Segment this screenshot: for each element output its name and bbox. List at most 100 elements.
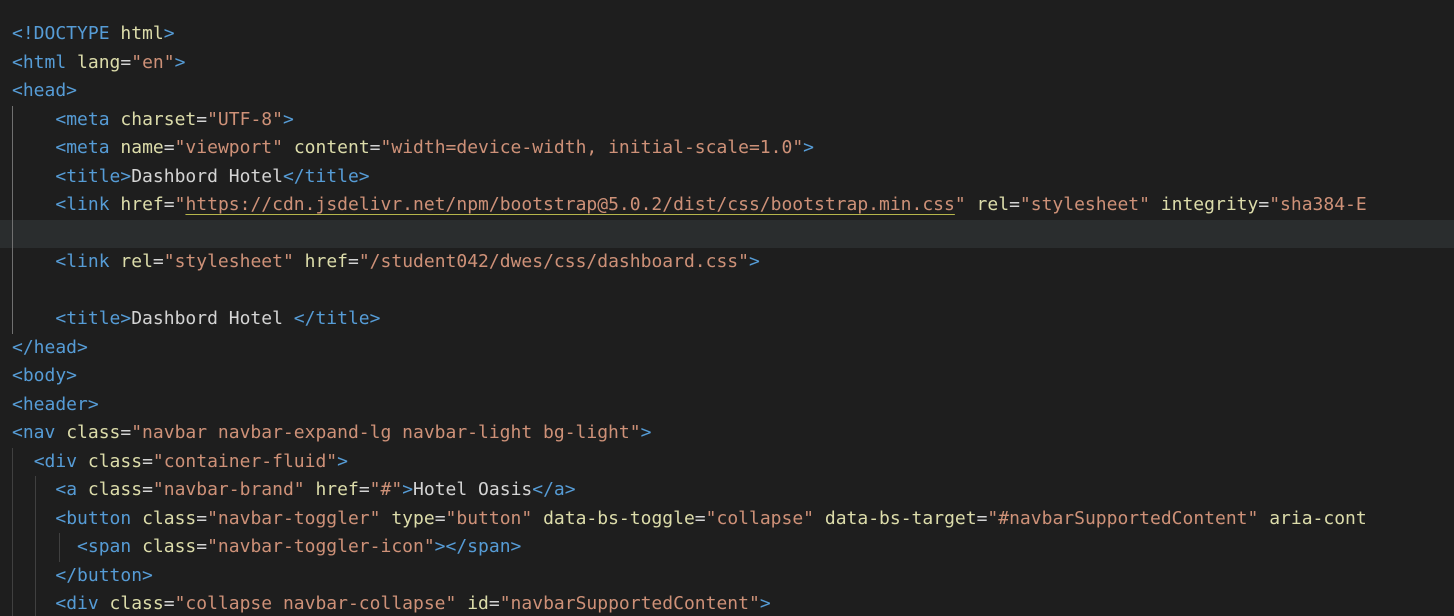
code-token: "stylesheet"	[163, 251, 294, 272]
code-token: "en"	[131, 51, 175, 73]
code-token: </button>	[55, 564, 153, 586]
code-line[interactable]: <span class="navbar-toggler-icon"></span…	[0, 533, 1454, 562]
code-line[interactable]: <button class="navbar-toggler" type="but…	[0, 504, 1454, 533]
code-token: data-bs-toggle	[543, 507, 695, 529]
code-token: </a>	[532, 479, 576, 500]
code-line[interactable]: <title>Dashbord Hotel</title>	[0, 162, 1454, 191]
code-token: aria-cont	[1269, 507, 1367, 529]
code-line[interactable]: <head>	[0, 77, 1454, 106]
code-token: "viewport"	[174, 137, 283, 158]
indent-guide	[12, 533, 13, 562]
code-token: <button	[55, 507, 143, 529]
url-link[interactable]: https://cdn.jsdelivr.net/npm/bootstrap@5…	[185, 194, 954, 215]
indent-guide	[35, 590, 36, 616]
code-token: href	[315, 479, 359, 500]
code-token: =	[120, 422, 132, 443]
code-line[interactable]: <meta name="viewport" content="width=dev…	[0, 134, 1454, 163]
indent-guide	[12, 504, 13, 533]
code-line[interactable]: <!DOCTYPE html>	[0, 20, 1454, 49]
code-line[interactable]: <html lang="en">	[0, 49, 1454, 78]
code-token: <body>	[12, 365, 78, 386]
indent-guide	[12, 248, 13, 277]
indent-guide	[35, 504, 36, 533]
code-token: id	[467, 593, 489, 614]
code-token: rel	[120, 251, 153, 272]
code-token: <link	[55, 251, 121, 272]
code-token: href	[120, 194, 164, 215]
code-token: class	[87, 450, 143, 472]
indent-guide	[35, 533, 36, 562]
code-token: =	[976, 507, 988, 529]
code-token: "navbarSupportedContent"	[499, 593, 760, 614]
code-token: class	[87, 479, 143, 500]
code-token: =	[434, 507, 446, 529]
code-line[interactable]: </head>	[0, 334, 1454, 363]
indent-guide	[12, 191, 13, 220]
indent-guide	[59, 533, 60, 562]
code-token: =	[163, 194, 175, 215]
code-token: "stylesheet"	[1019, 194, 1150, 215]
code-token: Dashbord Hotel	[131, 308, 294, 329]
code-token: >	[337, 450, 348, 472]
code-token: >	[803, 137, 814, 158]
code-token: data-bs-target	[824, 507, 977, 529]
code-token: >	[640, 422, 652, 443]
code-token: class	[142, 507, 197, 529]
code-token: =	[488, 593, 500, 614]
code-token: =	[120, 51, 132, 73]
code-editor[interactable]: <!DOCTYPE html> <html lang="en"> <head> <m…	[0, 0, 1454, 616]
code-token: =	[1258, 194, 1270, 215]
code-area[interactable]: <!DOCTYPE html> <html lang="en"> <head> <m…	[0, 20, 1454, 616]
code-token: lang	[77, 51, 121, 73]
code-token: <meta	[55, 108, 121, 130]
code-token: "navbar-brand"	[152, 479, 305, 500]
code-token: >	[748, 251, 760, 272]
code-line[interactable]: <div class="collapse navbar-collapse" id…	[0, 590, 1454, 616]
code-token: =	[196, 536, 208, 557]
code-token: class	[66, 422, 121, 443]
code-token: >	[282, 108, 294, 130]
code-line[interactable]: <body>	[0, 362, 1454, 391]
code-token: <title>	[55, 165, 132, 187]
code-line[interactable]: <nav class="navbar navbar-expand-lg navb…	[0, 419, 1454, 448]
code-line[interactable]: <header>	[0, 391, 1454, 420]
code-token: >	[759, 593, 771, 614]
code-token: =	[163, 593, 175, 614]
code-line[interactable]: <meta charset="UTF-8">	[0, 105, 1454, 134]
code-token: class	[142, 536, 197, 557]
code-line[interactable]	[0, 219, 1454, 248]
code-token: Hotel Oasis	[413, 479, 533, 500]
indent-guide	[12, 590, 13, 616]
code-line[interactable]: <title>Dashbord Hotel </title>	[0, 305, 1454, 334]
code-token: href	[304, 251, 348, 272]
code-line[interactable]: </button>	[0, 561, 1454, 590]
code-token: =	[196, 507, 208, 529]
indent-guide	[35, 476, 36, 505]
code-line[interactable]: <link href="https://cdn.jsdelivr.net/npm…	[0, 191, 1454, 220]
code-line[interactable]	[0, 276, 1454, 305]
code-token: =	[163, 137, 175, 158]
indent-guide	[12, 162, 13, 191]
code-token: =	[358, 479, 370, 500]
code-token: integrity	[1160, 194, 1259, 215]
indent-guide	[12, 105, 13, 134]
code-token: <meta	[55, 137, 121, 158]
code-line[interactable]: <div class="container-fluid">	[0, 447, 1454, 476]
code-token: "navbar navbar-expand-lg navbar-light bg…	[131, 422, 641, 443]
code-token: Dashbord Hotel	[131, 165, 283, 187]
code-line[interactable]: <link rel="stylesheet" href="/student042…	[0, 248, 1454, 277]
code-token: "#"	[369, 479, 403, 500]
code-line[interactable]: <a class="navbar-brand" href="#">Hotel O…	[0, 476, 1454, 505]
